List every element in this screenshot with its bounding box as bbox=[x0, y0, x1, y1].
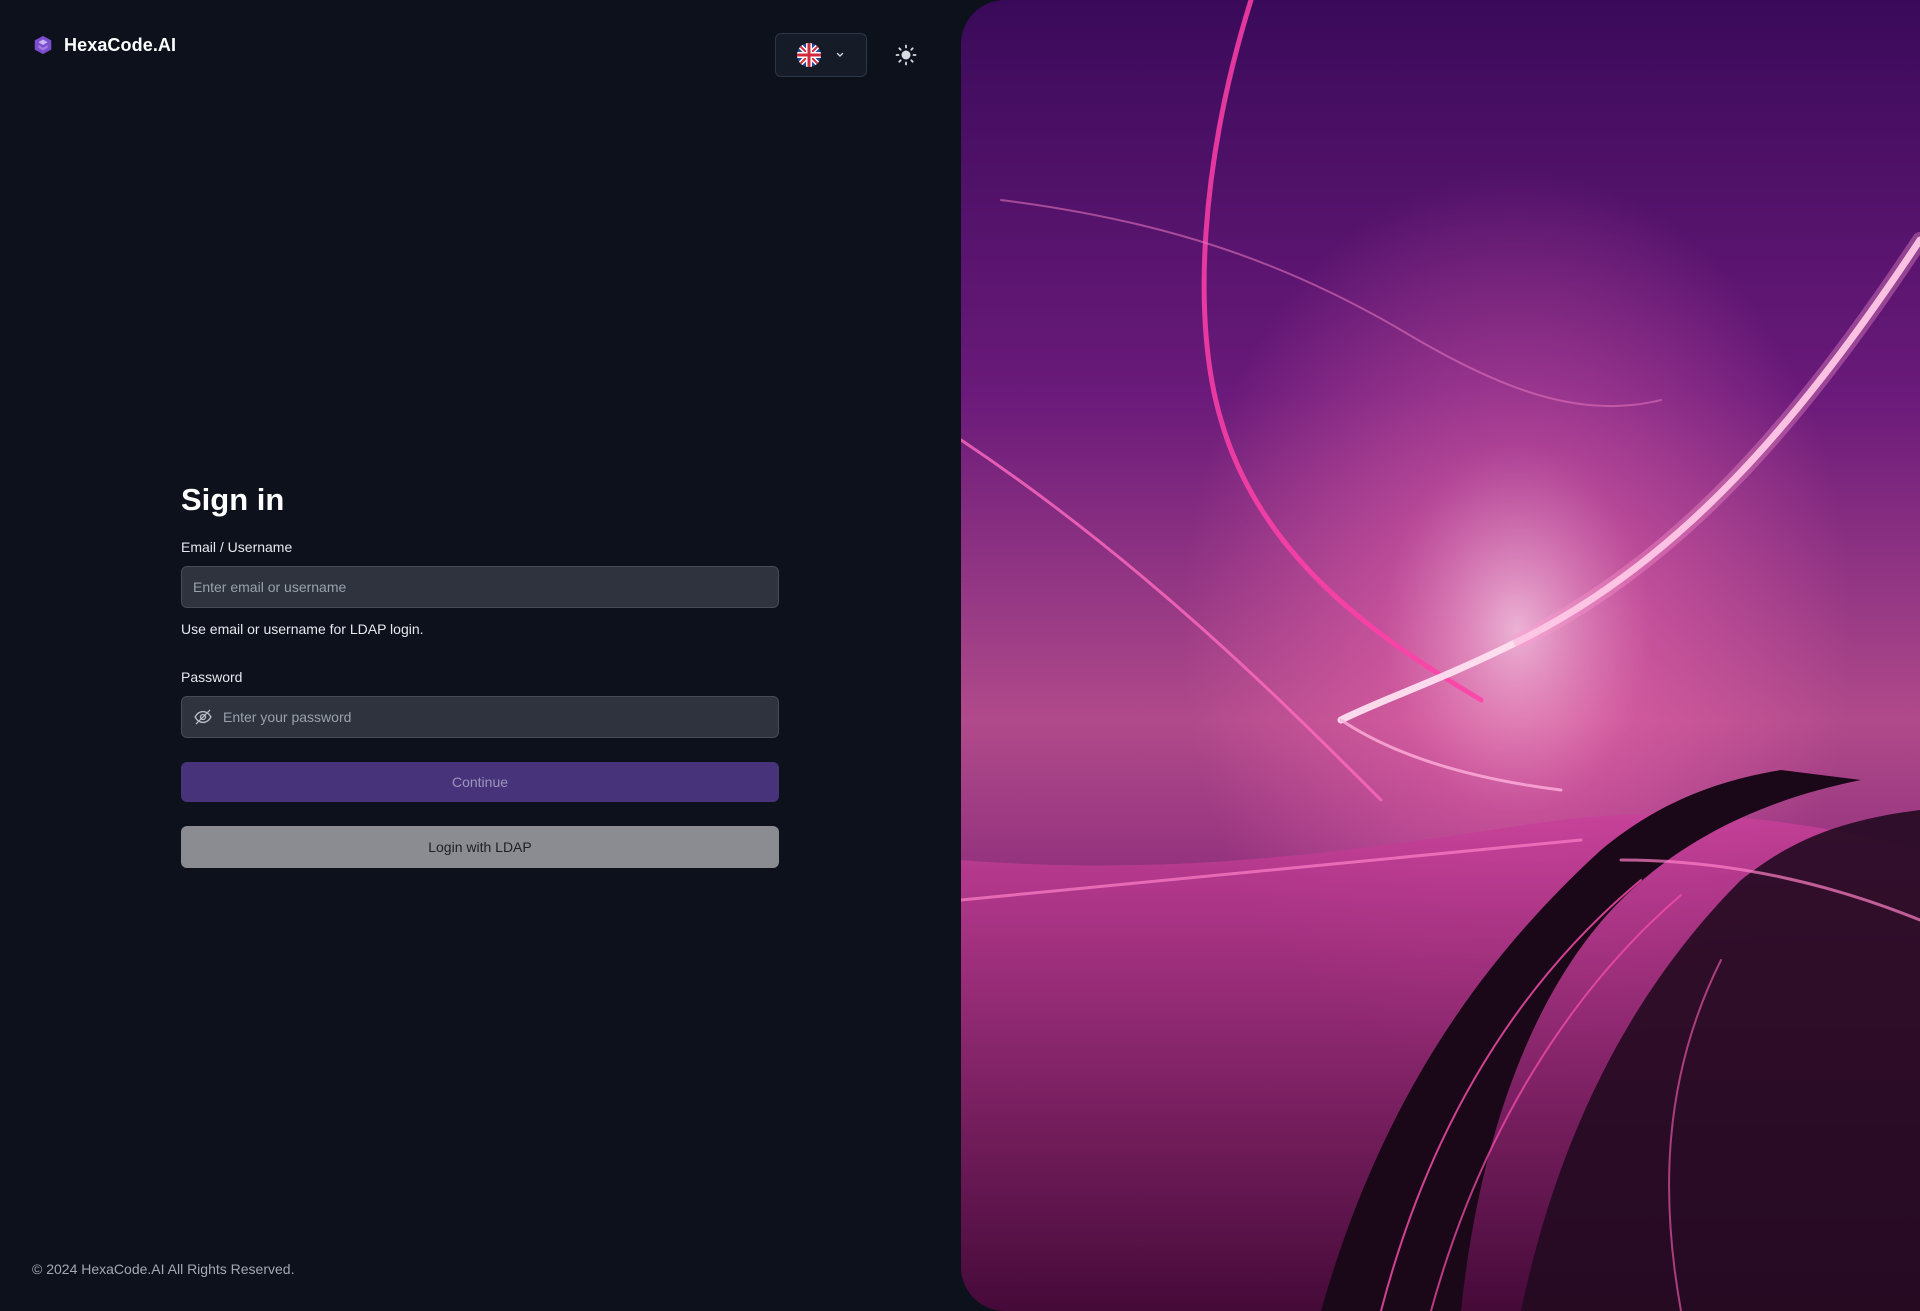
footer-copyright: © 2024 HexaCode.AI All Rights Reserved. bbox=[32, 1261, 295, 1277]
chevron-down-icon bbox=[836, 52, 844, 57]
email-hint: Use email or username for LDAP login. bbox=[181, 621, 424, 637]
email-field[interactable] bbox=[193, 579, 767, 595]
password-label: Password bbox=[181, 669, 243, 685]
continue-button[interactable]: Continue bbox=[181, 762, 779, 802]
email-field-wrapper bbox=[181, 566, 779, 608]
ldap-login-button[interactable]: Login with LDAP bbox=[181, 826, 779, 868]
eye-off-icon[interactable] bbox=[193, 707, 213, 727]
password-field[interactable] bbox=[223, 709, 767, 725]
login-panel: HexaCode.AI Sign in Email / Username Ent… bbox=[0, 0, 961, 1311]
hero-image bbox=[961, 0, 1920, 1311]
password-field-wrapper bbox=[181, 696, 779, 738]
brand[interactable]: HexaCode.AI bbox=[32, 34, 176, 56]
email-label: Email / Username bbox=[181, 539, 293, 555]
brand-name: HexaCode.AI bbox=[64, 34, 177, 55]
sun-icon[interactable] bbox=[894, 43, 918, 67]
hero-artwork bbox=[961, 0, 1920, 1311]
page-title: Sign in bbox=[181, 482, 285, 517]
sign-in-form: Sign in Email / Username Use email or us… bbox=[181, 480, 779, 868]
uk-flag-icon bbox=[797, 43, 821, 67]
language-selector[interactable] bbox=[775, 33, 867, 77]
hexagon-logo-icon bbox=[34, 35, 52, 55]
